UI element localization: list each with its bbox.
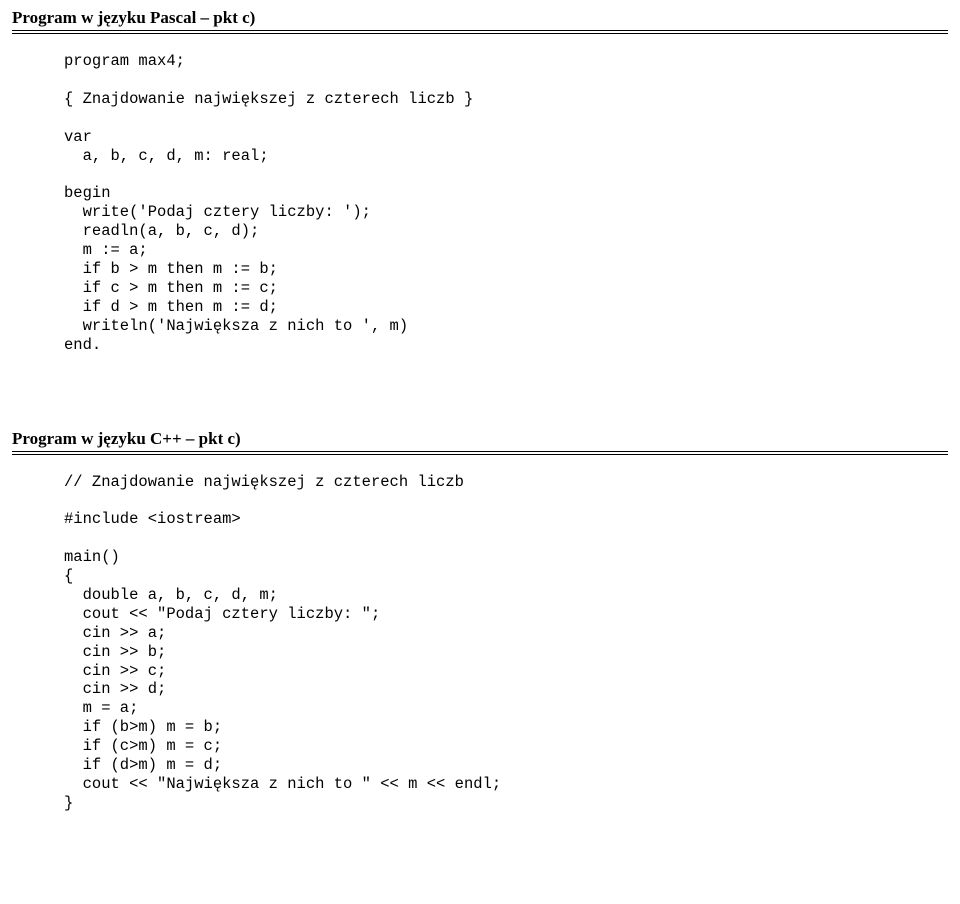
section-gap	[12, 355, 948, 429]
divider	[12, 451, 948, 455]
pascal-heading: Program w języku Pascal – pkt c)	[12, 8, 948, 28]
cpp-section: Program w języku C++ – pkt c) // Znajdow…	[12, 429, 948, 813]
divider	[12, 30, 948, 34]
cpp-heading: Program w języku C++ – pkt c)	[12, 429, 948, 449]
cpp-code: // Znajdowanie największej z czterech li…	[64, 473, 948, 813]
pascal-section: Program w języku Pascal – pkt c) program…	[12, 8, 948, 355]
pascal-code: program max4; { Znajdowanie największej …	[64, 52, 948, 355]
